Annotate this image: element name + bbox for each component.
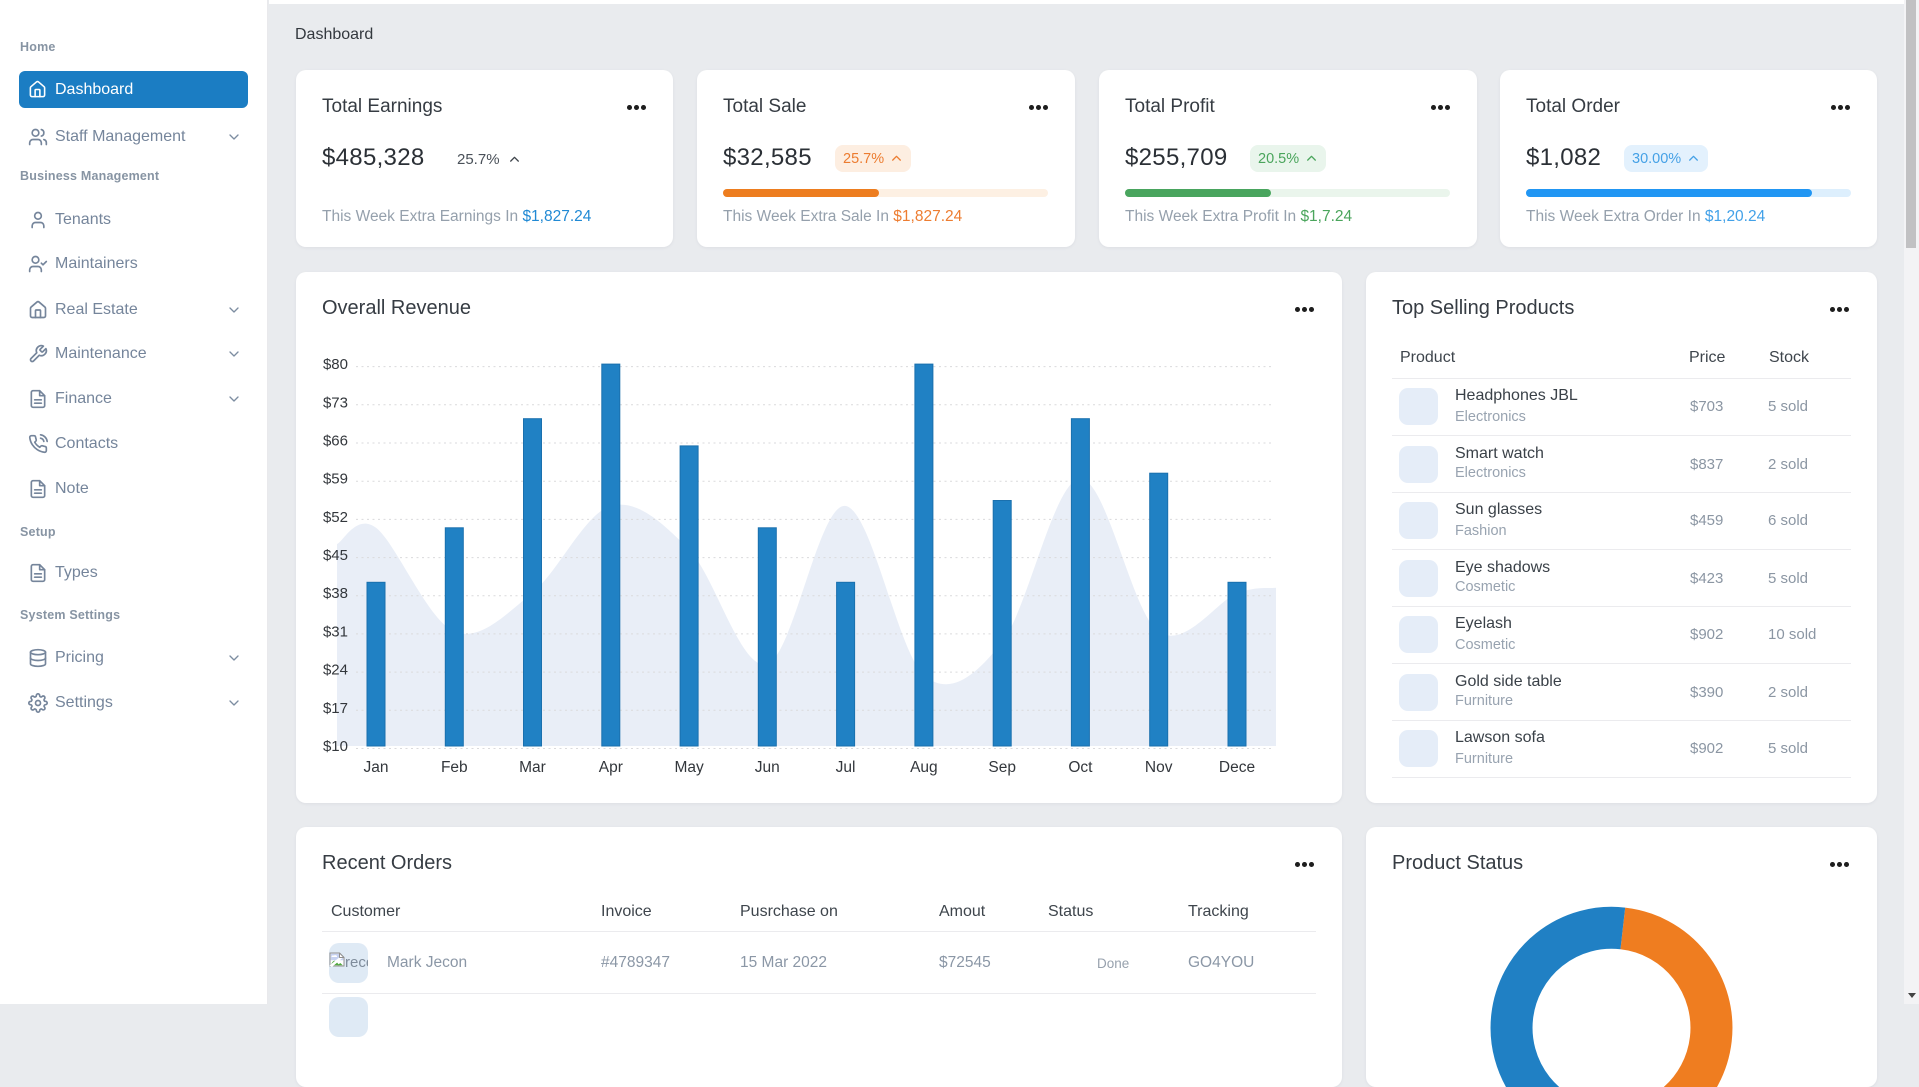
svg-text:Sep: Sep — [988, 759, 1016, 776]
svg-text:Dece: Dece — [1219, 759, 1255, 776]
svg-text:Feb: Feb — [441, 759, 468, 776]
svg-text:$31: $31 — [323, 623, 348, 640]
svg-text:$59: $59 — [323, 471, 348, 488]
svg-text:$24: $24 — [323, 662, 348, 679]
svg-text:$10: $10 — [323, 738, 348, 755]
svg-text:$52: $52 — [323, 509, 348, 526]
svg-text:May: May — [674, 759, 704, 776]
svg-text:Nov: Nov — [1145, 759, 1173, 776]
svg-text:Apr: Apr — [599, 759, 623, 776]
svg-text:Jan: Jan — [364, 759, 389, 776]
svg-text:Jul: Jul — [836, 759, 856, 776]
svg-text:$66: $66 — [323, 433, 348, 450]
svg-text:$17: $17 — [323, 700, 348, 717]
svg-text:Jun: Jun — [755, 759, 780, 776]
svg-text:Oct: Oct — [1068, 759, 1093, 776]
svg-text:$45: $45 — [323, 547, 348, 564]
svg-text:$80: $80 — [323, 356, 348, 373]
svg-text:Aug: Aug — [910, 759, 938, 776]
svg-text:$73: $73 — [323, 394, 348, 411]
svg-text:Mar: Mar — [519, 759, 546, 776]
svg-text:$38: $38 — [323, 585, 348, 602]
